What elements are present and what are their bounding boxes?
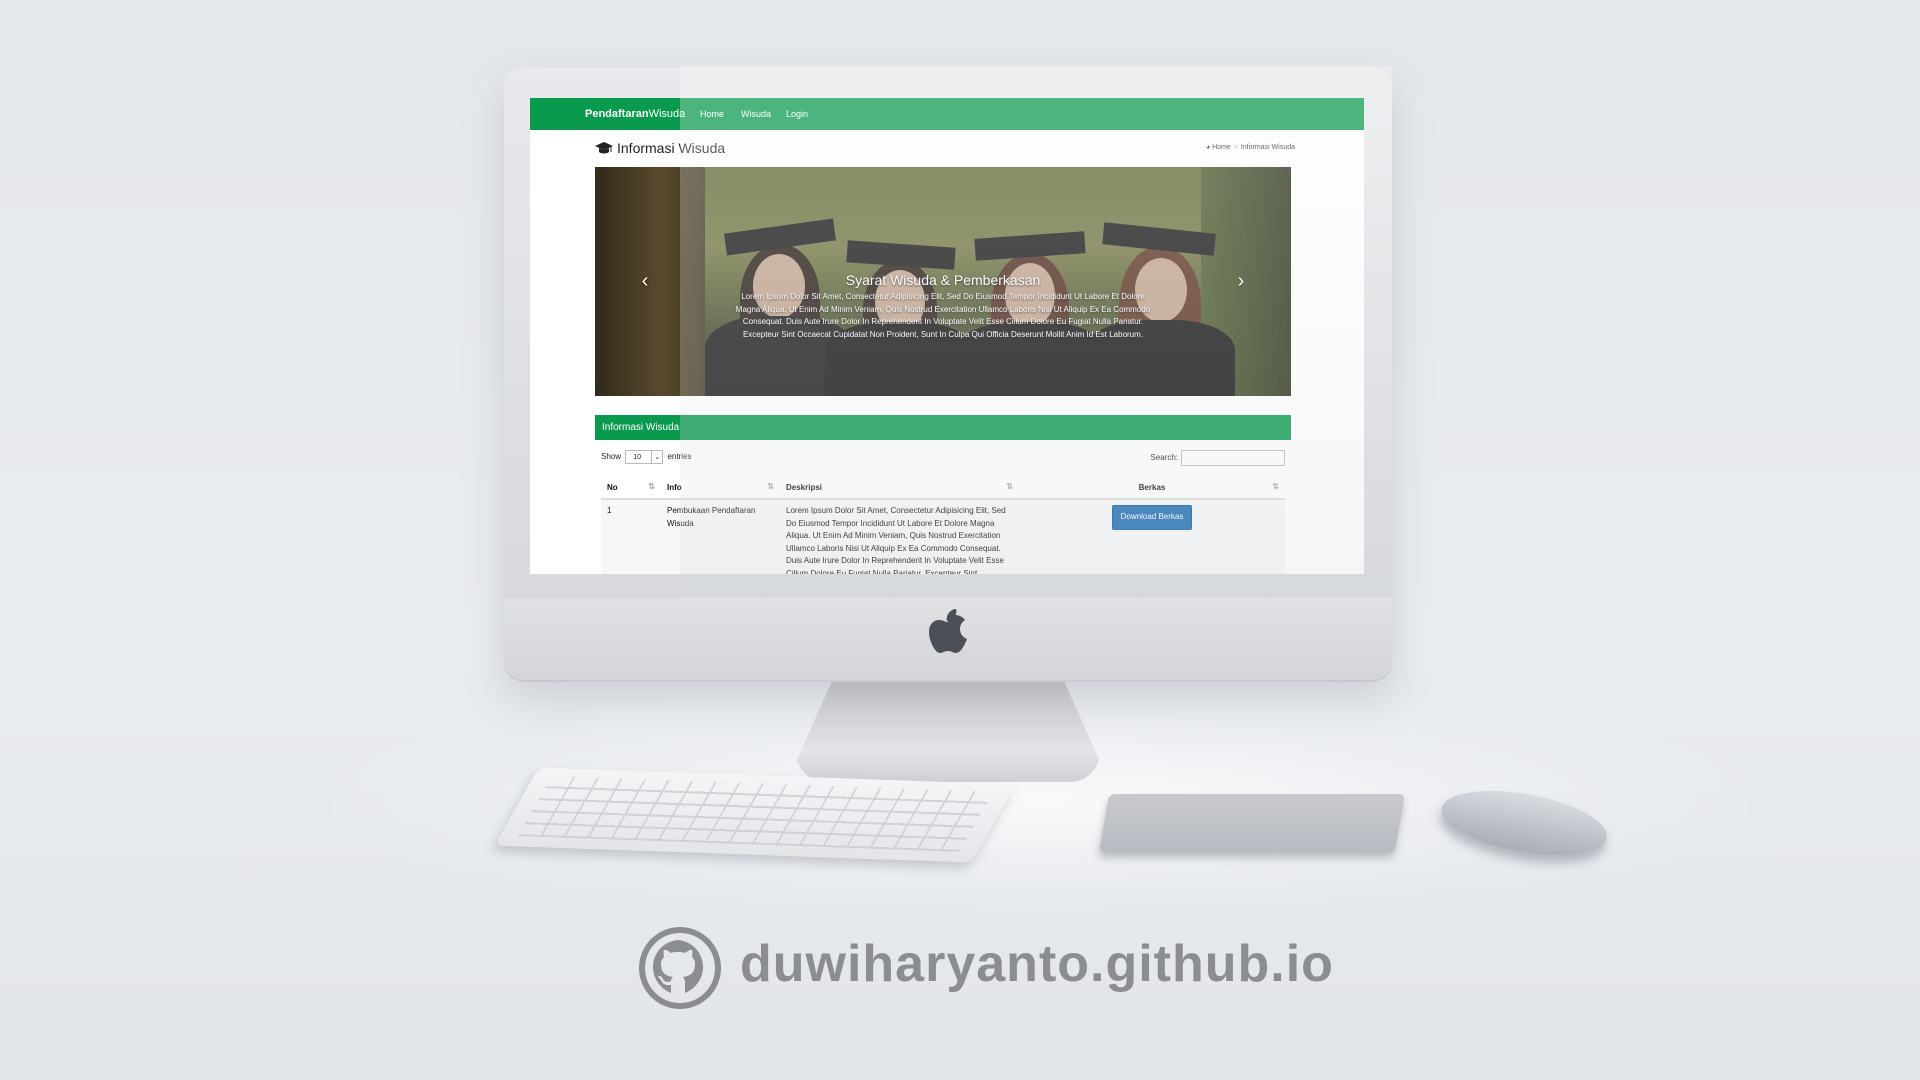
sort-icon: ⇅ (767, 482, 774, 491)
dashboard-icon: ◕ (1205, 144, 1211, 151)
nav-link-home[interactable]: Home (700, 98, 724, 130)
info-table: No ⇅ Info ⇅ Deskripsi ⇅ Berkas ⇅ 1 Pembukaan… (601, 476, 1285, 574)
entries-label: entries (667, 452, 692, 462)
keyboard-keys (517, 776, 994, 852)
carousel-caption-text: Lorem Ipsum Dolor Sit Amet, Consectetur … (735, 292, 1151, 339)
keyboard (494, 767, 1016, 863)
monitor-stand (796, 680, 1100, 782)
column-header-label: Berkas (1138, 482, 1166, 492)
breadcrumb-home[interactable]: Home (1212, 144, 1231, 151)
carousel-next-arrow-icon[interactable]: › (1233, 270, 1249, 292)
column-header-info[interactable]: Info ⇅ (661, 476, 780, 500)
brand-normal: Wisuda (648, 108, 686, 120)
breadcrumb: ◕ Home > Informasi Wisuda (1206, 142, 1295, 154)
nav-link-wisuda[interactable]: Wisuda (741, 98, 771, 130)
panel-heading: Informasi Wisuda (595, 415, 1291, 440)
panel-heading-title: Informasi Wisuda (602, 422, 680, 433)
entries-value: 10 (633, 454, 642, 461)
navbar-brand[interactable]: PendaftaranWisuda (585, 98, 685, 130)
column-header-label: Info (667, 482, 682, 492)
column-header-deskripsi[interactable]: Deskripsi ⇅ (780, 476, 1019, 500)
carousel-prev-arrow-icon[interactable]: ‹ (637, 270, 653, 292)
cell-no: 1 (601, 498, 661, 574)
table-header-row: No ⇅ Info ⇅ Deskripsi ⇅ Berkas ⇅ (601, 476, 1285, 500)
chevron-down-icon: ⌄ (651, 451, 662, 463)
info-panel: Informasi Wisuda Show 10 ⌄ entries Search… (595, 415, 1291, 574)
search-input[interactable] (1181, 450, 1285, 466)
entries-select[interactable]: 10 ⌄ (625, 450, 664, 464)
page-header: Informasi Wisuda ◕ Home > Informasi Wisuda (595, 138, 1295, 162)
carousel: ‹ › Syarat Wisuda & Pemberkasan Lorem Ip… (595, 167, 1291, 396)
navbar: PendaftaranWisuda Home Wisuda Login (530, 98, 1364, 130)
cell-info: Pembukaan Pendaftaran Wisuda (661, 498, 780, 574)
carousel-caption-title: Syarat Wisuda & Pemberkasan (845, 272, 1041, 288)
search-label: Search: (1150, 453, 1178, 463)
column-header-label: Deskripsi (786, 482, 823, 492)
datatable-length: Show 10 ⌄ entries (601, 450, 692, 464)
column-header-label: No (607, 482, 618, 492)
cell-berkas: Download Berkas (1019, 498, 1285, 574)
sort-asc-icon: ⇅ (648, 482, 655, 491)
breadcrumb-current: Informasi Wisuda (1240, 144, 1295, 151)
nav-link-login[interactable]: Login (786, 98, 808, 130)
website-screen: PendaftaranWisuda Home Wisuda Login Info… (530, 98, 1364, 574)
brand-bold: Pendaftaran (585, 108, 649, 120)
sort-icon: ⇅ (1006, 482, 1013, 491)
trackpad (1098, 794, 1406, 852)
graduation-cap-icon (595, 142, 613, 154)
column-header-no[interactable]: No ⇅ (601, 476, 661, 500)
carousel-caption: Syarat Wisuda & Pemberkasan Lorem Ipsum … (735, 271, 1151, 341)
column-header-berkas[interactable]: Berkas ⇅ (1019, 476, 1285, 500)
show-label: Show (601, 452, 622, 462)
sort-icon: ⇅ (1272, 482, 1279, 491)
footer-url: duwiharyanto.github.io (740, 935, 1334, 993)
page-title: Informasi Wisuda (617, 140, 726, 156)
download-berkas-button[interactable]: Download Berkas (1111, 505, 1193, 530)
cell-deskripsi: Lorem Ipsum Dolor Sit Amet, Consectetur … (780, 498, 1019, 574)
apple-logo-icon (929, 609, 967, 653)
github-icon (639, 927, 721, 1009)
datatable-search: Search: (1150, 450, 1285, 466)
table-row: 1 Pembukaan Pendaftaran Wisuda Lorem Ips… (601, 498, 1285, 574)
breadcrumb-separator: > (1233, 144, 1238, 151)
